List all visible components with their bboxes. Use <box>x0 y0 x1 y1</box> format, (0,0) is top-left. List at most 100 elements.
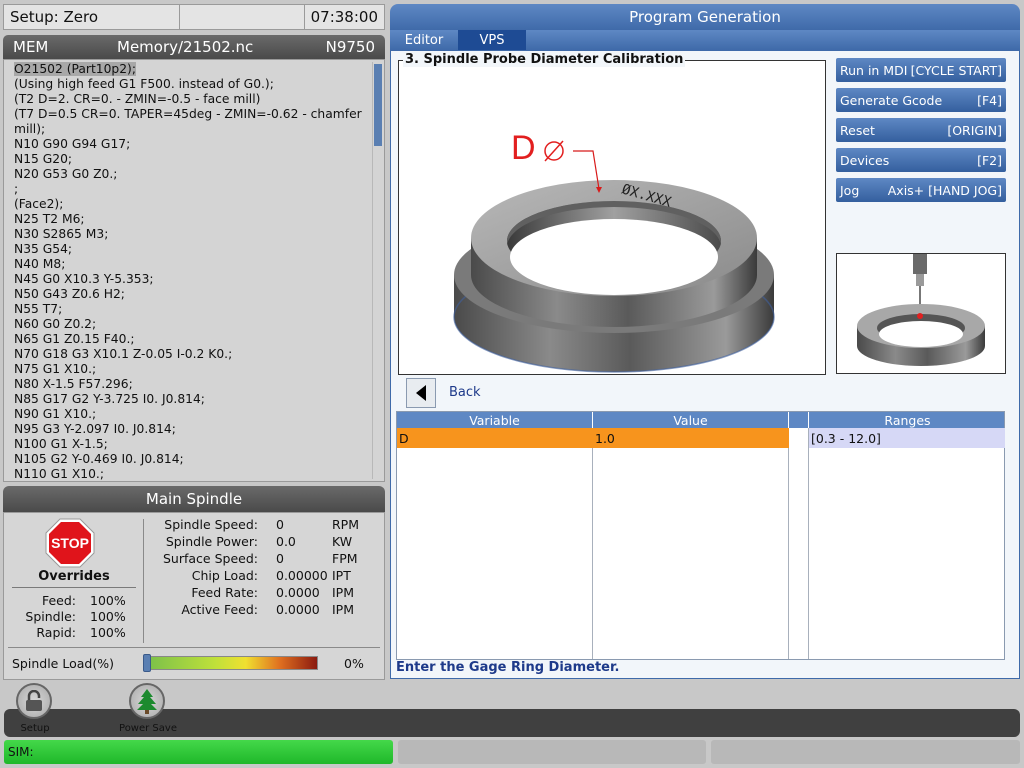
program-scrollbar[interactable] <box>372 62 382 479</box>
program-line[interactable]: (Face2); <box>14 197 368 212</box>
status-field <box>398 740 706 764</box>
program-line[interactable]: ; <box>14 182 368 197</box>
program-line[interactable]: N15 G20; <box>14 152 368 167</box>
program-line-number: N9750 <box>325 38 375 56</box>
tree-icon[interactable] <box>129 683 165 719</box>
program-line[interactable]: N70 G18 G3 X10.1 Z-0.05 I-0.2 K0.; <box>14 347 368 362</box>
status-bar: Setup: Zero 07:38:00 <box>3 4 385 30</box>
program-listing[interactable]: O21502 (Part10p2); (Using high feed G1 F5… <box>3 59 385 482</box>
power-save-icon-label: Power Save <box>119 723 177 734</box>
lock-icon[interactable] <box>16 683 52 719</box>
back-button[interactable] <box>406 378 436 408</box>
scrollbar-thumb[interactable] <box>374 64 382 146</box>
program-line[interactable]: N80 X-1.5 F57.296; <box>14 377 368 392</box>
column-divider <box>592 428 593 659</box>
program-mode: MEM <box>13 38 49 56</box>
cell-range: [0.3 - 12.0] <box>809 428 1005 448</box>
status-blank <box>180 5 305 29</box>
program-line[interactable]: N110 G1 X10.; <box>14 467 368 481</box>
stop-sign-icon: STOP <box>44 517 96 569</box>
tab-editor[interactable]: Editor <box>390 30 458 50</box>
program-line[interactable]: N105 G2 Y-0.469 I0. J0.814; <box>14 452 368 467</box>
tab-bar: Editor VPS <box>390 30 1020 50</box>
program-line[interactable]: (T7 D=0.5 CR=0. TAPER=45deg - ZMIN=-0.62… <box>14 107 368 122</box>
program-line[interactable]: (Using high feed G1 F500. instead of G0.… <box>14 77 368 92</box>
diameter-label: D <box>511 129 536 167</box>
program-path: Memory/21502.nc <box>117 38 254 56</box>
program-lines: O21502 (Part10p2); (Using high feed G1 F5… <box>14 62 368 481</box>
program-line[interactable]: N35 G54; <box>14 242 368 257</box>
generate-gcode-button[interactable]: Generate Gcode [F4] <box>836 88 1006 112</box>
spindle-load-bar <box>146 656 318 670</box>
program-line[interactable]: N10 G90 G94 G17; <box>14 137 368 152</box>
back-label[interactable]: Back <box>449 385 481 400</box>
program-line[interactable]: N90 G1 X10.; <box>14 407 368 422</box>
column-divider <box>808 428 809 659</box>
stat-feed-rate: Feed Rate: 0.0000 IPM <box>191 585 355 600</box>
column-divider <box>788 428 789 659</box>
program-line[interactable]: N75 G1 X10.; <box>14 362 368 377</box>
back-arrow-icon <box>416 385 426 401</box>
program-generation-title: Program Generation <box>390 4 1020 30</box>
program-line[interactable]: N50 G43 Z0.6 H2; <box>14 287 368 302</box>
clock: 07:38:00 <box>310 8 378 26</box>
override-rapid: Rapid: 100% <box>36 625 126 640</box>
column-header-blank <box>789 412 809 428</box>
stat-surface-speed: Surface Speed: 0 FPM <box>163 551 358 566</box>
calibration-diagram: 3. Spindle Probe Diameter Calibration D … <box>398 52 826 375</box>
setup-mode: Setup: Zero <box>4 5 180 29</box>
column-header-variable: Variable <box>397 412 593 428</box>
program-line[interactable]: N30 S2865 M3; <box>14 227 368 242</box>
stat-spindle-power: Spindle Power: 0.0 KW <box>165 534 353 549</box>
variable-table: Variable Value Ranges D 1.0 [0.3 - 12.0] <box>396 411 1005 660</box>
spindle-panel-title: Main Spindle <box>3 486 385 512</box>
program-line[interactable]: N45 G0 X10.3 Y-5.353; <box>14 272 368 287</box>
table-row[interactable]: D 1.0 <box>397 428 789 448</box>
override-feed: Feed: 100% <box>41 593 126 608</box>
stat-spindle-speed: Spindle Speed: 0 RPM <box>164 517 360 532</box>
setup-icon-label: Setup <box>20 723 50 734</box>
probe-thumbnail <box>836 253 1006 374</box>
stat-active-feed: Active Feed: 0.0000 IPM <box>181 602 355 617</box>
program-line[interactable]: N85 G17 G2 Y-3.725 I0. J0.814; <box>14 392 368 407</box>
table-header: Variable Value Ranges <box>397 412 1004 428</box>
program-line[interactable]: N60 G0 Z0.2; <box>14 317 368 332</box>
program-line[interactable]: (T2 D=2. CR=0. - ZMIN=-0.5 - face mill) <box>14 92 368 107</box>
reset-button[interactable]: Reset [ORIGIN] <box>836 118 1006 142</box>
stat-chip-load: Chip Load: 0.00000 IPT <box>191 568 351 583</box>
tab-vps[interactable]: VPS <box>458 30 526 50</box>
probe-in-ring-illustration <box>857 254 985 366</box>
stop-label: STOP <box>51 535 89 551</box>
sim-status: SIM: <box>4 740 393 764</box>
overrides-title: Overrides <box>12 569 136 588</box>
run-in-mdi-button[interactable]: Run in MDI [CYCLE START] <box>836 58 1006 82</box>
program-line[interactable]: mill); <box>14 122 368 137</box>
spindle-panel: STOP Overrides Feed: 100% Spindle: 100% Ra… <box>3 512 385 680</box>
prompt-text: Enter the Gage Ring Diameter. <box>396 660 620 675</box>
jog-button[interactable]: Jog Axis+ [HAND JOG] <box>836 178 1006 202</box>
program-line[interactable]: N100 G1 X-1.5; <box>14 437 368 452</box>
cell-variable: D <box>399 430 409 446</box>
column-header-value: Value <box>593 412 789 428</box>
spindle-load-value: 0% <box>344 656 364 671</box>
divider <box>143 519 144 643</box>
program-line[interactable]: N25 T2 M6; <box>14 212 368 227</box>
column-header-ranges: Ranges <box>884 412 931 428</box>
override-spindle: Spindle: 100% <box>25 609 126 624</box>
status-field <box>711 740 1020 764</box>
spindle-load-indicator <box>143 654 151 672</box>
program-line[interactable]: N95 G3 Y-2.097 I0. J0.814; <box>14 422 368 437</box>
program-line[interactable]: N40 M8; <box>14 257 368 272</box>
program-line[interactable]: N20 G53 G0 Z0.; <box>14 167 368 182</box>
gage-ring-illustration: D ØX.XXX <box>453 129 775 373</box>
cell-value[interactable]: 1.0 <box>595 431 615 446</box>
section-title: 3. Spindle Probe Diameter Calibration <box>403 52 686 67</box>
program-line[interactable]: O21502 (Part10p2); <box>14 62 368 77</box>
program-generation-panel: 3. Spindle Probe Diameter Calibration D … <box>390 50 1020 679</box>
program-line[interactable]: N65 G1 Z0.15 F40.; <box>14 332 368 347</box>
program-header: MEM Memory/21502.nc N9750 <box>3 35 385 59</box>
spindle-load-label: Spindle Load(%) <box>12 656 114 671</box>
program-line[interactable]: N55 T7; <box>14 302 368 317</box>
devices-button[interactable]: Devices [F2] <box>836 148 1006 172</box>
divider <box>8 647 380 648</box>
